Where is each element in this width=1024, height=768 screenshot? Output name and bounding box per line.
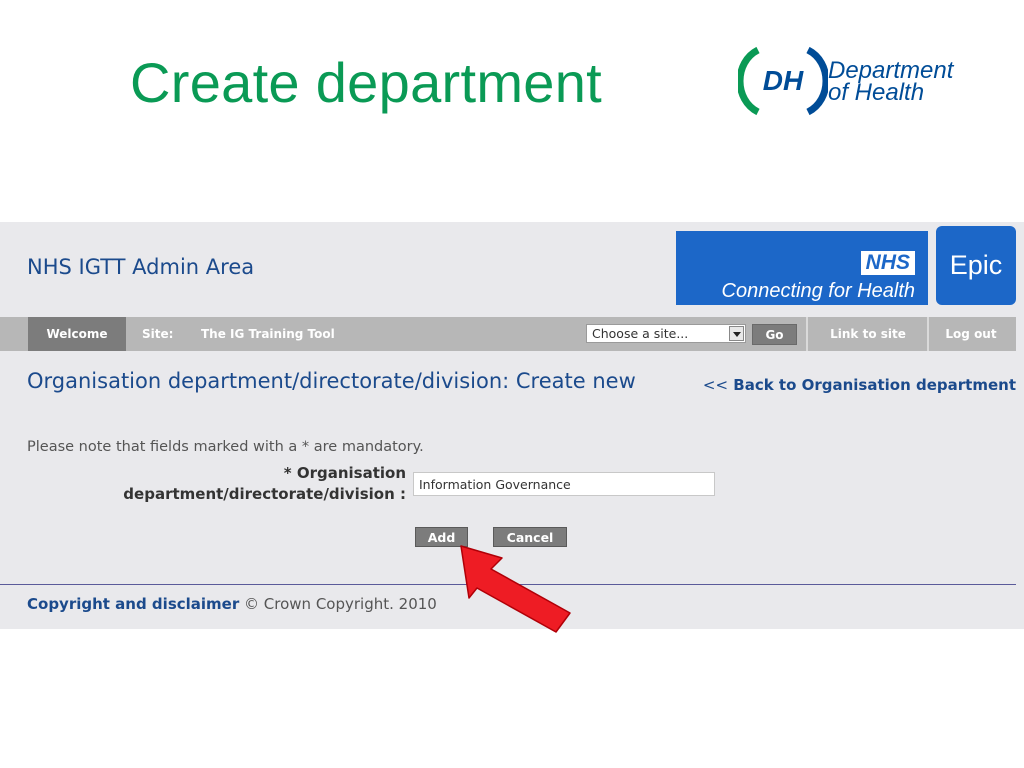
department-of-health-logo: DH Department of Health: [736, 40, 988, 120]
nhs-cfh-banner: NHS Connecting for Health: [676, 231, 928, 305]
link-to-site-button[interactable]: Link to site: [810, 317, 926, 351]
page-heading: Organisation department/directorate/divi…: [27, 369, 636, 393]
dh-logo-badge: DH: [763, 65, 804, 96]
back-link-text[interactable]: Back to Organisation department: [733, 376, 1016, 394]
top-navbar: Welcome Site: The IG Training Tool Choos…: [0, 317, 1016, 351]
department-field-label: * Organisation department/directorate/di…: [123, 464, 406, 503]
site-select-value: Choose a site...: [592, 326, 689, 341]
log-out-button[interactable]: Log out: [930, 317, 1012, 351]
logo-line-2: of Health: [828, 79, 925, 106]
copyright-text: © Crown Copyright. 2010: [244, 595, 437, 613]
current-site-name: The IG Training Tool: [201, 327, 335, 341]
back-to-organisation-link[interactable]: << Back to Organisation department: [703, 375, 1016, 396]
app-title: NHS IGTT Admin Area: [27, 255, 255, 279]
dh-logo-icon: DH: [736, 46, 830, 116]
mandatory-note: Please note that fields marked with a * …: [27, 439, 424, 455]
chevron-down-icon[interactable]: [729, 326, 744, 341]
site-select-dropdown[interactable]: Choose a site...: [586, 324, 746, 343]
slide-title: Create department: [130, 51, 603, 114]
nav-welcome-tab[interactable]: Welcome: [28, 317, 126, 351]
copyright-disclaimer-link[interactable]: Copyright and disclaimer: [27, 595, 239, 613]
go-button[interactable]: Go: [752, 324, 797, 345]
back-chevron: <<: [702, 376, 729, 394]
nhs-logo: NHS: [860, 251, 915, 275]
nav-divider: [806, 317, 808, 351]
footer: Copyright and disclaimer © Crown Copyrig…: [27, 595, 437, 613]
epic-logo: Epic: [936, 226, 1016, 305]
department-name-input[interactable]: [413, 472, 715, 496]
site-label: Site:: [142, 327, 174, 341]
banner-tagline: Connecting for Health: [721, 280, 915, 302]
red-arrow-annotation: [460, 545, 571, 633]
nav-divider: [927, 317, 929, 351]
red-arrow-icon: [460, 545, 571, 633]
